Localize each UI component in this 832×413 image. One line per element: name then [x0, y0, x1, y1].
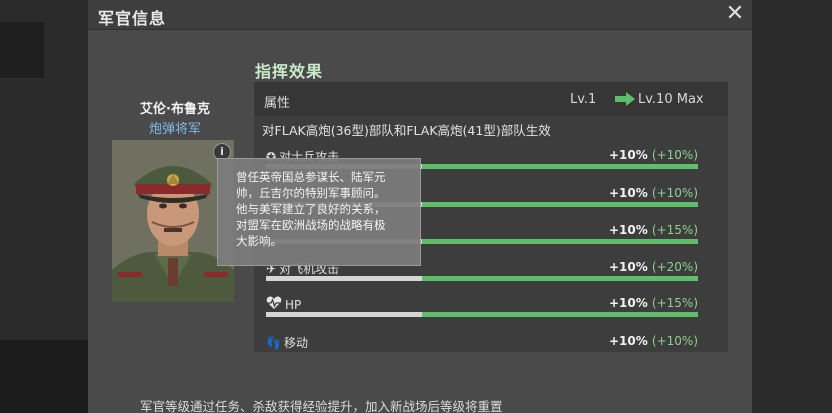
tooltip-line: 曾任英帝国总参谋长、陆军元 [236, 170, 386, 184]
arrow-right-icon [615, 92, 635, 106]
tooltip-line: 对盟军在欧洲战场的战略有极 [236, 218, 386, 232]
effect-row: 👣 移动 +10% (+10%) [266, 334, 698, 352]
effect-progress-bar [266, 312, 698, 317]
effect-value: +10% (+10%) [608, 334, 698, 348]
attribute-label: 属性 [264, 96, 291, 111]
level-max: Lv.10 Max [638, 92, 704, 107]
tooltip-line: 大影响。 [236, 234, 282, 248]
effect-label: HP [266, 296, 301, 313]
effect-value: +10% (+20%) [608, 260, 698, 274]
effect-progress-bar [266, 276, 698, 281]
effect-value: +10% (+15%) [608, 296, 698, 310]
officer-portrait [112, 140, 234, 302]
dialog-title: 军官信息 [98, 9, 167, 28]
officer-name: 艾伦·布鲁克 [140, 102, 210, 117]
tooltip-line: 帅，丘吉尔的特别军事顾问。 [236, 186, 386, 200]
tooltip-line: 他与美军建立了良好的关系， [236, 202, 386, 216]
officer-bio-tooltip: 曾任英帝国总参谋长、陆军元 帅，丘吉尔的特别军事顾问。 他与美军建立了良好的关系… [217, 158, 421, 266]
effect-value: +10% (+10%) [608, 148, 698, 162]
background-panel-bottom [0, 340, 88, 413]
close-button[interactable]: ✕ [722, 2, 748, 28]
level-current: Lv.1 [570, 92, 597, 107]
effect-scope: 对FLAK高炮(36型)部队和FLAK高炮(41型)部队生效 [262, 123, 551, 138]
footer-note: 军官等级通过任务、杀敌获得经验提升，加入新战场后等级将重置 [140, 399, 503, 413]
effect-label: 👣 移动 [266, 335, 308, 351]
section-title: 指挥效果 [255, 62, 324, 81]
effect-value: +10% (+15%) [608, 223, 698, 237]
close-icon: ✕ [725, 1, 745, 26]
background-panel [0, 22, 44, 78]
heart-icon [266, 296, 282, 313]
effect-row: HP +10% (+15%) [266, 296, 698, 322]
footprint-icon: 👣 [266, 335, 281, 350]
dialog-header: 军官信息 [88, 0, 752, 30]
effects-header: 属性 Lv.1 Lv.10 Max [254, 82, 728, 116]
officer-rank: 炮弹将军 [148, 122, 201, 137]
officer-portrait-image [112, 140, 234, 302]
effect-value: +10% (+10%) [608, 186, 698, 200]
